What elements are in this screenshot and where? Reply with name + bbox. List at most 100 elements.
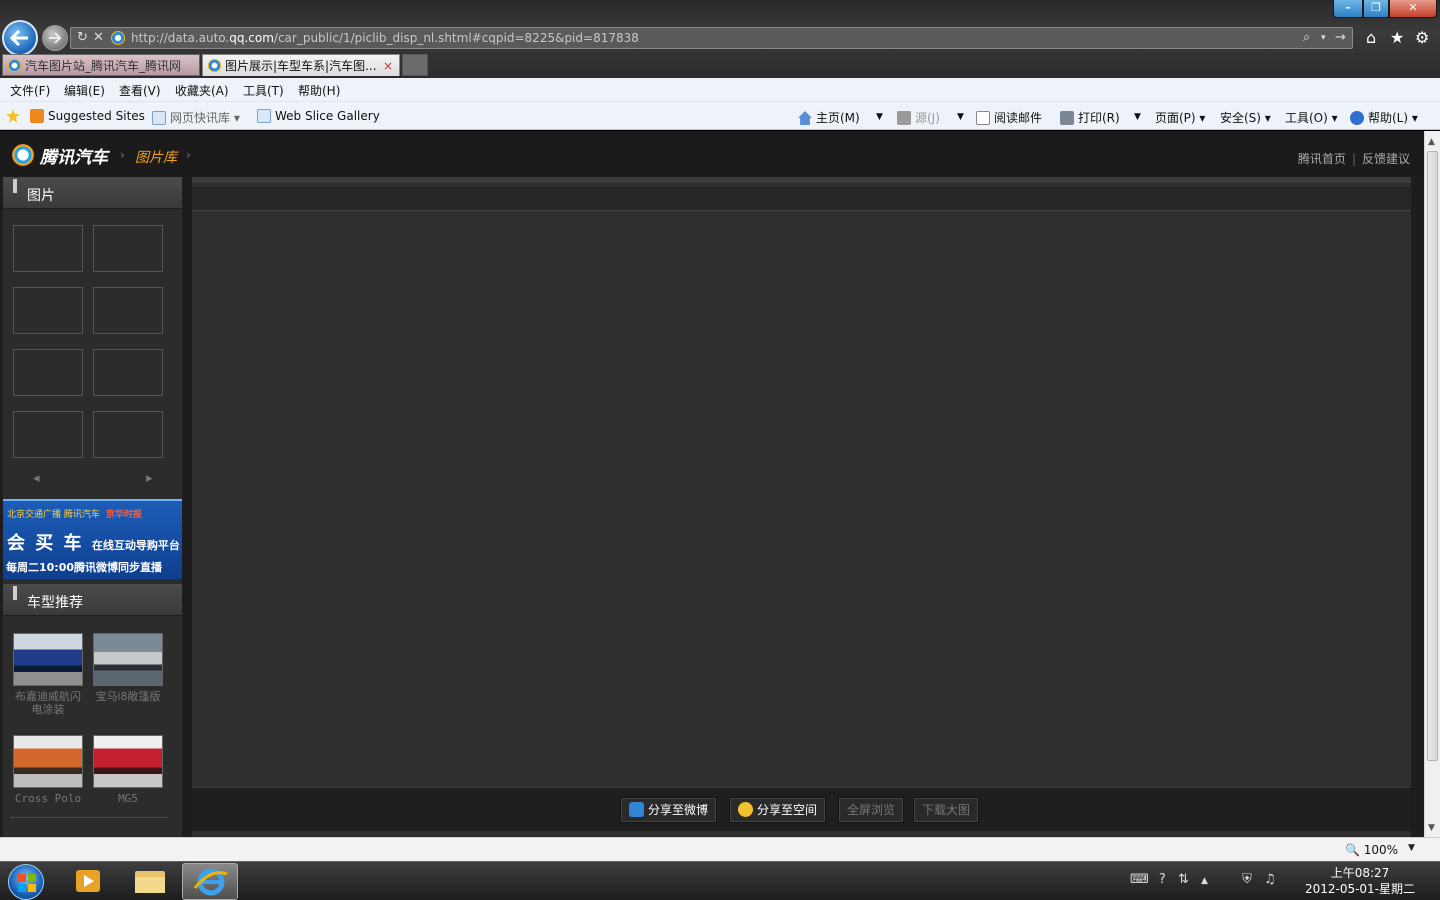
weibo-icon (629, 802, 644, 817)
prev-thumbs-arrow-icon[interactable]: ◂ (33, 471, 40, 486)
left-sidebar: 图片 ◂ ▸ 北京交通广播 腾讯汽车 京华时报 会 买 车 在线互动导购平台 每周… (3, 177, 182, 837)
minimize-button[interactable]: – (1333, 0, 1363, 18)
tab-label: 汽车图片站_腾讯汽车_腾讯网 (25, 59, 182, 73)
search-icon[interactable]: ⌕ (1303, 30, 1310, 45)
viewer-top-strip (192, 177, 1411, 183)
thumbnail[interactable] (93, 411, 163, 458)
scroll-down-arrow-icon[interactable]: ▼ (1428, 823, 1435, 833)
cmd-help[interactable]: 帮助(L) ▾ (1350, 109, 1418, 126)
volume-icon[interactable]: ♫ (1264, 872, 1276, 887)
menu-tools[interactable]: 工具(T) (243, 82, 284, 99)
restore-button[interactable]: ❐ (1363, 0, 1389, 18)
fav-suggested-sites[interactable]: Suggested Sites (30, 109, 145, 123)
stop-icon[interactable]: ✕ (93, 30, 104, 45)
recommend-item[interactable]: Cross Polo (13, 735, 83, 805)
breadcrumb-gallery[interactable]: 图片库 (135, 147, 177, 167)
menu-favorites[interactable]: 收藏夹(A) (175, 82, 229, 99)
tab-close-icon[interactable]: × (383, 55, 393, 76)
keyboard-icon[interactable]: ⌨ (1130, 872, 1149, 887)
tencent-logo-icon[interactable] (12, 144, 34, 166)
media-player-app[interactable] (60, 863, 116, 900)
refresh-icon[interactable]: ↻ (77, 30, 88, 45)
security-shield-icon[interactable]: ⛨ (1242, 872, 1252, 887)
next-thumbs-arrow-icon[interactable]: ▸ (146, 471, 153, 486)
recommend-item[interactable]: 布嘉迪威航闪电涂装 (13, 633, 83, 716)
cmd-page[interactable]: 页面(P) ▾ (1155, 109, 1205, 126)
recommend-title: 车型推荐 (27, 595, 83, 611)
link-tencent-home[interactable]: 腾讯首页 (1298, 152, 1346, 166)
recommend-item[interactable]: MG5 (93, 735, 163, 805)
share-qzone-button[interactable]: 分享至空间 (729, 797, 827, 823)
menu-help[interactable]: 帮助(H) (298, 82, 340, 99)
favorites-star-icon[interactable]: ★ (1390, 28, 1404, 47)
cmd-tools[interactable]: 工具(O) ▾ (1285, 109, 1338, 126)
add-favorite-icon[interactable] (6, 109, 24, 123)
thumbnail[interactable] (13, 411, 83, 458)
show-hidden-icons-icon[interactable]: ▲ (1201, 876, 1208, 886)
share-weibo-button[interactable]: 分享至微博 (620, 797, 718, 823)
zoom-level[interactable]: 🔍 100% (1345, 843, 1398, 857)
scroll-up-arrow-icon[interactable]: ▲ (1428, 137, 1435, 147)
gear-icon[interactable]: ⚙ (1415, 28, 1429, 47)
address-bar[interactable]: ↻ ✕ http://data.auto.qq.com/car_public/1… (70, 27, 1353, 49)
printer-icon (1060, 111, 1074, 125)
scrollbar-thumb[interactable] (1427, 151, 1438, 761)
suggested-sites-icon (30, 109, 44, 123)
site-logo[interactable]: 腾讯汽车 (40, 143, 108, 168)
browser-title-bar: – ❐ ✕ ↻ ✕ http://data.auto.qq.com/car_pu… (0, 0, 1440, 78)
car-photo[interactable] (93, 735, 163, 788)
site-header: 腾讯汽车 › 图片库 › 腾讯首页 | 反馈建议 (0, 131, 1424, 177)
recommend-item[interactable]: 宝马i8敞篷版 (93, 633, 163, 703)
tab-picture-display[interactable]: 图片展示|车型车系|汽车图... × (202, 54, 400, 76)
menu-edit[interactable]: 编辑(E) (64, 82, 105, 99)
cmd-safety[interactable]: 安全(S) ▾ (1220, 109, 1271, 126)
cmd-home[interactable]: 主页(M) (798, 109, 860, 126)
fav-quickfeed[interactable]: 网页快讯库 ▾ (152, 109, 240, 126)
explorer-app[interactable] (122, 863, 178, 900)
taskbar-clock[interactable]: 上午08:27 2012-05-01-星期二 (1300, 865, 1420, 897)
close-window-button[interactable]: ✕ (1389, 0, 1437, 18)
home-icon[interactable]: ⌂ (1366, 28, 1376, 47)
back-button[interactable] (2, 20, 38, 56)
car-photo[interactable] (13, 735, 83, 788)
thumbnail[interactable] (93, 349, 163, 396)
address-url[interactable]: http://data.auto.qq.com/car_public/1/pic… (131, 31, 639, 45)
banner-ad[interactable]: 北京交通广播 腾讯汽车 京华时报 会 买 车 在线互动导购平台 每周二10:00腾… (3, 499, 182, 579)
link-feedback[interactable]: 反馈建议 (1362, 152, 1410, 166)
thumbnail[interactable] (13, 287, 83, 334)
tab-car-gallery[interactable]: 汽车图片站_腾讯汽车_腾讯网 (2, 54, 200, 76)
thumbnail[interactable] (93, 225, 163, 272)
car-photo[interactable] (93, 633, 163, 686)
help-icon[interactable]: ? (1159, 872, 1166, 887)
cmd-read-mail[interactable]: 阅读邮件 (976, 109, 1042, 126)
vertical-scrollbar[interactable]: ▲ ▼ (1424, 131, 1440, 837)
forward-button[interactable] (42, 25, 68, 51)
thumbnail[interactable] (13, 349, 83, 396)
cmd-feeds[interactable]: 源(J) (897, 109, 940, 126)
dropdown-icon[interactable]: ▾ (1321, 33, 1326, 43)
thumbnail[interactable] (13, 225, 83, 272)
photo-display-area[interactable] (192, 213, 1411, 784)
home-dropdown-icon[interactable]: ▼ (876, 112, 883, 122)
go-arrow-icon[interactable]: → (1335, 30, 1346, 45)
print-dropdown-icon[interactable]: ▼ (1134, 112, 1141, 122)
photo-viewer: 分享至微博 分享至空间 全屏浏览 下载大图 (192, 177, 1411, 837)
clock-time: 上午08:27 (1330, 866, 1390, 880)
internet-explorer-app[interactable] (182, 863, 238, 900)
menu-view[interactable]: 查看(V) (119, 82, 161, 99)
fav-web-slice-gallery[interactable]: Web Slice Gallery (257, 109, 380, 123)
thumbnail[interactable] (93, 287, 163, 334)
cmd-print[interactable]: 打印(R) (1060, 109, 1120, 126)
car-photo[interactable] (13, 633, 83, 686)
menu-file[interactable]: 文件(F) (10, 82, 50, 99)
recommend-section-header: 车型推荐 (3, 584, 182, 616)
fullscreen-button[interactable]: 全屏浏览 (838, 797, 905, 823)
download-large-button[interactable]: 下载大图 (913, 797, 980, 823)
network-icon[interactable]: ⇅ (1178, 872, 1189, 887)
feeds-dropdown-icon[interactable]: ▼ (957, 112, 964, 122)
new-tab-button[interactable] (402, 54, 428, 76)
favorites-bar: Suggested Sites 网页快讯库 ▾ Web Slice Galler… (0, 102, 1440, 130)
system-tray: ⌨ ? ⇅ ▲ ⛨ ♫ (1130, 872, 1276, 887)
zoom-dropdown-icon[interactable]: ▼ (1408, 843, 1415, 853)
start-button[interactable] (8, 864, 44, 900)
